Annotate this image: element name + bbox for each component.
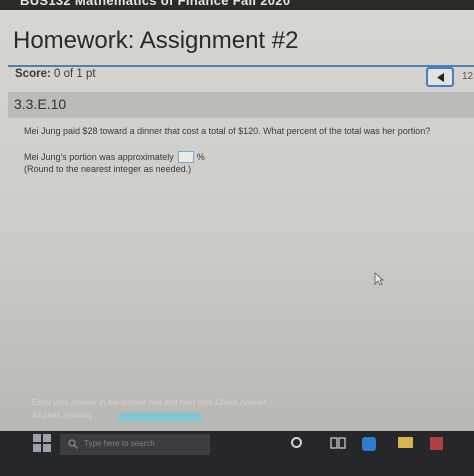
rounding-note: (Round to the nearest integer as needed.… bbox=[24, 164, 192, 174]
task-view-icon[interactable] bbox=[330, 437, 346, 449]
page-title: Homework: Assignment #2 bbox=[13, 27, 299, 54]
file-explorer-icon[interactable] bbox=[398, 437, 413, 448]
windows-taskbar: Type here to search bbox=[0, 431, 474, 476]
score-value: 0 of 1 pt bbox=[54, 68, 96, 80]
percent-unit: % bbox=[196, 152, 205, 162]
parts-progress-bar bbox=[118, 413, 202, 421]
mouse-cursor-icon bbox=[374, 272, 384, 286]
homework-page: Homework: Assignment #2 Score: 0 of 1 pt… bbox=[0, 10, 474, 431]
previous-question-button[interactable] bbox=[426, 67, 454, 87]
windows-start-icon[interactable] bbox=[33, 434, 53, 454]
answer-input[interactable] bbox=[177, 151, 194, 163]
taskbar-search-box[interactable]: Type here to search bbox=[60, 434, 210, 455]
score-label: Score: bbox=[15, 68, 51, 80]
question-id: 3.3.E.10 bbox=[14, 96, 67, 112]
browser-tab-strip: BUS132 Mathematics of Finance Fall 2020 bbox=[0, 0, 474, 10]
answer-prefix: Mei Jung's portion was approximately bbox=[24, 152, 174, 162]
cortana-icon[interactable] bbox=[291, 437, 302, 448]
page-indicator: 12 bbox=[462, 71, 474, 82]
back-arrow-icon bbox=[437, 73, 444, 82]
edge-icon[interactable] bbox=[362, 437, 376, 451]
question-header: 3.3.E.10 bbox=[8, 92, 474, 118]
store-icon[interactable] bbox=[430, 437, 443, 450]
title-divider bbox=[8, 65, 474, 67]
search-placeholder: Type here to search bbox=[84, 439, 155, 448]
progress-fill bbox=[118, 413, 202, 421]
course-title: BUS132 Mathematics of Finance Fall 2020 bbox=[20, 0, 291, 8]
search-icon bbox=[68, 439, 78, 449]
score-display: Score: 0 of 1 pt bbox=[15, 68, 96, 80]
parts-label: All parts showing bbox=[32, 411, 93, 420]
answer-hint: Enter your answer in the answer box and … bbox=[32, 398, 269, 407]
answer-line: Mei Jung's portion was approximately % bbox=[24, 151, 205, 163]
question-text: Mei Jung paid $28 toward a dinner that c… bbox=[24, 126, 431, 136]
